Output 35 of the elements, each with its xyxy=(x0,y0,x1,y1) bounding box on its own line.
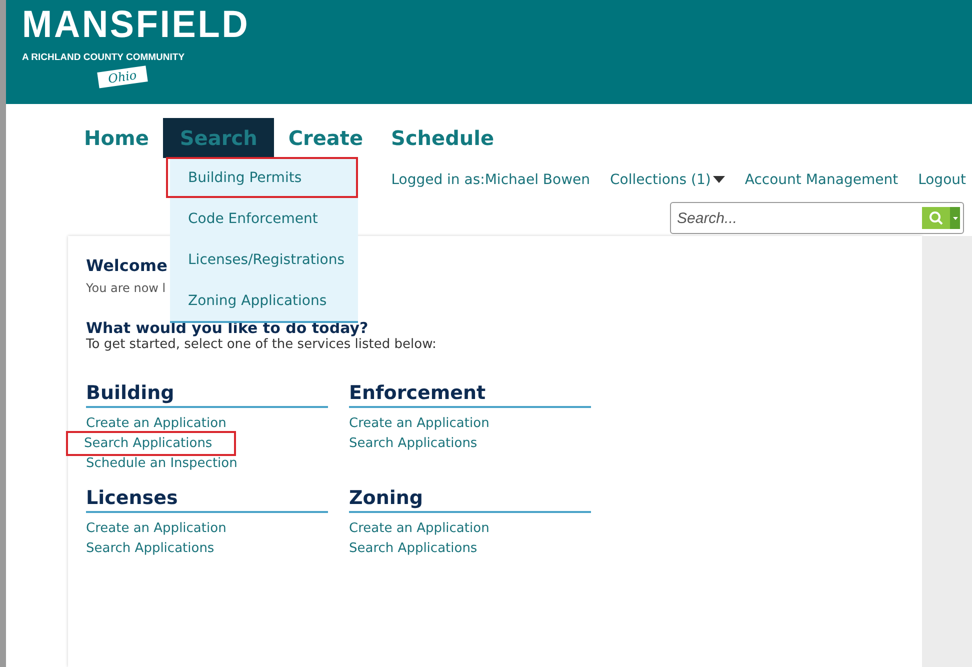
dropdown-item[interactable]: Zoning Applications xyxy=(170,280,358,321)
service-link[interactable]: Search Applications xyxy=(86,541,214,556)
welcome-text: You are now l xyxy=(86,281,167,295)
search-field[interactable]: Search... xyxy=(670,202,964,234)
dropdown-item[interactable]: Licenses/Registrations xyxy=(170,239,358,280)
account-link[interactable]: Account Management xyxy=(744,172,898,188)
welcome-title: Welcome xyxy=(86,256,168,275)
service-heading: Building xyxy=(86,382,328,408)
search-icon[interactable] xyxy=(922,207,950,229)
service-link[interactable]: Create an Application xyxy=(349,416,490,431)
service-heading: Licenses xyxy=(86,487,328,513)
logo-subtitle: A RICHLAND COUNTY COMMUNITY xyxy=(22,52,185,63)
service-link[interactable]: Create an Application xyxy=(349,521,490,536)
logged-in-text: Logged in as:Michael Bowen xyxy=(391,172,590,188)
nav-tab[interactable]: Create xyxy=(274,118,378,158)
service-heading: Zoning xyxy=(349,487,591,513)
service-link[interactable]: Schedule an Inspection xyxy=(86,456,238,471)
service-link[interactable]: Search Applications xyxy=(68,433,234,454)
logo-title: MANSFIELD xyxy=(22,6,250,44)
dropdown-item[interactable]: Building Permits xyxy=(166,157,358,198)
service-link[interactable]: Search Applications xyxy=(349,541,478,556)
instruction-text: To get started, select one of the services listed below: xyxy=(86,337,438,352)
nav-tab[interactable]: Home xyxy=(70,118,163,158)
service-heading: Enforcement xyxy=(349,382,591,408)
dropdown-item[interactable]: Code Enforcement xyxy=(170,198,358,239)
logo-ribbon: Ohio xyxy=(97,66,148,88)
collections-link[interactable]: Collections (1) xyxy=(610,172,725,188)
service-link[interactable]: Create an Application xyxy=(86,521,226,536)
nav-tab[interactable]: Schedule xyxy=(377,118,508,158)
service-link[interactable]: Create an Application xyxy=(86,416,226,431)
nav-tab[interactable]: Search xyxy=(162,118,274,158)
caret-icon xyxy=(712,176,725,184)
logout-link[interactable]: Logout xyxy=(918,172,966,188)
caret-icon[interactable] xyxy=(950,207,960,229)
service-link[interactable]: Search Applications xyxy=(349,436,478,451)
